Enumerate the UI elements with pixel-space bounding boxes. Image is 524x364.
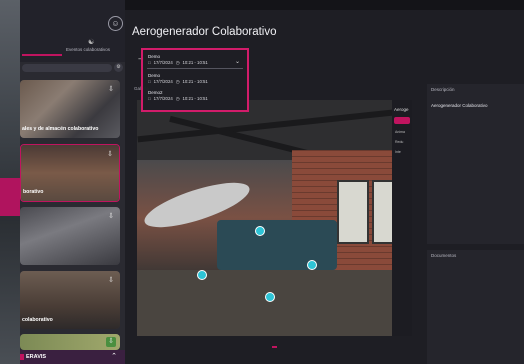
viewer-panel-item[interactable]: Inte xyxy=(395,150,401,154)
carousel-indicator[interactable] xyxy=(272,346,277,348)
hotspot-marker[interactable] xyxy=(255,226,265,236)
download-icon[interactable]: ⇩ xyxy=(106,212,116,222)
clock-icon: ◷ xyxy=(175,79,180,84)
category-header[interactable]: ERAVIS ⌃ xyxy=(20,350,125,364)
session-option[interactable]: Demo2 □ 17/7/2024 ◷ 10:21 - 10:51 xyxy=(148,90,208,102)
clock-icon: ◷ xyxy=(175,96,180,101)
session-time: 10:21 - 10:51 xyxy=(182,96,208,101)
calendar-icon: □ xyxy=(148,96,151,101)
background-photo xyxy=(0,0,20,364)
3d-viewer[interactable]: Aeroge Anima Redu Inte xyxy=(137,100,412,336)
filter-icon[interactable]: ⚙ xyxy=(114,63,123,72)
documents-header: Documentos xyxy=(431,253,457,258)
session-name: Demo xyxy=(148,73,161,78)
session-date: 17/7/2024 xyxy=(153,60,173,65)
scenario-card[interactable]: ⇩ ales y de almacén colaborativo xyxy=(20,80,120,138)
scenario-thumbnail xyxy=(20,207,120,265)
user-icon[interactable]: ☺ xyxy=(108,16,123,31)
page-title: Aerogenerador Colaborativo xyxy=(132,26,277,38)
turbine-model xyxy=(217,220,337,270)
chevron-down-icon[interactable]: ⌄ xyxy=(235,58,240,65)
hotspot-marker[interactable] xyxy=(197,270,207,280)
scenario-title: colaborativo xyxy=(22,317,53,323)
download-icon[interactable]: ⇩ xyxy=(106,85,116,95)
tab-active-indicator[interactable] xyxy=(22,54,62,56)
session-dropdown[interactable]: Demo □ 17/7/2024 ◷ 10:21 - 10:51 ⌄ Demo … xyxy=(141,48,249,112)
description-text: Aerogenerador Colaborativo xyxy=(431,103,488,108)
scenario-title: ales y de almacén colaborativo xyxy=(22,126,99,132)
background-stripe xyxy=(0,178,20,216)
viewer-window xyxy=(337,180,369,244)
documents-panel: Documentos xyxy=(427,250,524,364)
download-icon[interactable]: ⇩ xyxy=(106,337,116,347)
session-time: 10:21 - 10:51 xyxy=(182,79,208,84)
description-panel: Descripción Aerogenerador Colaborativo xyxy=(427,84,524,244)
scenario-card[interactable]: ⇩ xyxy=(20,207,120,265)
hotspot-marker[interactable] xyxy=(307,260,317,270)
calendar-icon: □ xyxy=(148,60,151,65)
download-icon[interactable]: ⇩ xyxy=(106,276,116,286)
session-option[interactable]: Demo □ 17/7/2024 ◷ 10:21 - 10:51 xyxy=(148,73,208,85)
dropdown-divider xyxy=(147,68,243,69)
hotspot-marker[interactable] xyxy=(265,292,275,302)
session-date: 17/7/2024 xyxy=(153,79,173,84)
scenario-card[interactable]: ⇩ colaborativo xyxy=(20,271,120,329)
scenario-card[interactable]: ⇩ xyxy=(20,334,120,350)
session-selected[interactable]: Demo □ 17/7/2024 ◷ 10:21 - 10:51 xyxy=(148,54,208,66)
viewer-panel-title: Aeroge xyxy=(394,107,409,112)
sidebar: ☺ ☯ Eventos colaborativos ⚙ ⇩ ales y de … xyxy=(20,0,145,364)
clock-icon: ◷ xyxy=(175,60,180,65)
viewer-side-panel: Aeroge Anima Redu Inte xyxy=(392,100,412,336)
scenario-card-selected[interactable]: ⇩ borativo xyxy=(20,144,120,202)
tag-icon xyxy=(20,354,24,360)
session-date: 17/7/2024 xyxy=(153,96,173,101)
scenario-title: borativo xyxy=(23,189,44,195)
viewer-floor xyxy=(137,270,412,336)
category-label: ERAVIS xyxy=(26,354,47,360)
group-icon: ☯ xyxy=(88,39,95,46)
download-icon[interactable]: ⇩ xyxy=(105,150,115,160)
viewer-panel-button[interactable] xyxy=(394,117,410,124)
session-name: Demo2 xyxy=(148,90,163,95)
chevron-up-icon[interactable]: ⌃ xyxy=(111,352,117,360)
tab-eventos-colaborativos[interactable]: Eventos colaborativos xyxy=(58,47,118,52)
viewer-panel-item[interactable]: Anima xyxy=(395,130,405,134)
session-time: 10:21 - 10:51 xyxy=(182,60,208,65)
search-input[interactable] xyxy=(22,64,112,72)
calendar-icon: □ xyxy=(148,79,151,84)
top-bar xyxy=(125,0,524,10)
scenario-thumbnail xyxy=(20,334,120,350)
description-header: Descripción xyxy=(431,87,455,92)
session-name: Demo xyxy=(148,54,161,59)
viewer-panel-item[interactable]: Redu xyxy=(395,140,403,144)
